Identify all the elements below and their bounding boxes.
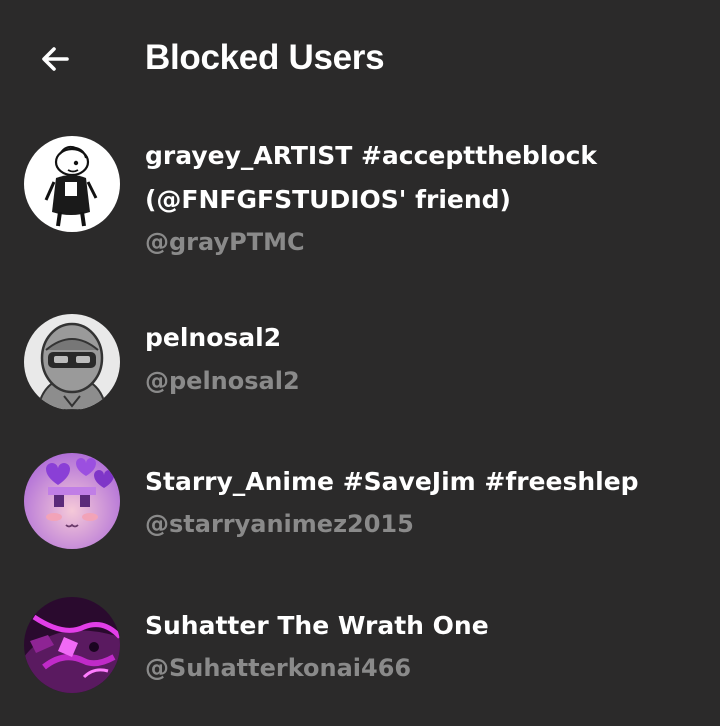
user-handle: @starryanimez2015: [145, 510, 414, 538]
blocked-user-row[interactable]: Suhatter The Wrath One @Suhatterkonai466: [0, 597, 720, 700]
back-button[interactable]: [26, 30, 84, 88]
user-display-name: pelnosal2: [145, 323, 282, 352]
user-display-name: grayey_ARTIST #accepttheblock: [145, 141, 598, 170]
user-handle: @pelnosal2: [145, 367, 300, 395]
user-avatar: [24, 136, 120, 232]
blocked-user-row[interactable]: Starry_Anime #SaveJim #freeshlep @starry…: [0, 453, 720, 556]
blocked-user-row[interactable]: grayey_ARTIST #accepttheblock (@FNFGFSTU…: [0, 130, 720, 270]
user-avatar: [24, 453, 120, 549]
user-display-name-continued: (@FNFGFSTUDIOS' friend): [145, 185, 511, 214]
user-handle: @Suhatterkonai466: [145, 654, 412, 682]
top-app-bar: Blocked Users: [0, 0, 720, 116]
user-avatar: [24, 597, 120, 693]
user-display-name: Starry_Anime #SaveJim #freeshlep: [145, 467, 639, 496]
user-handle: @grayPTMC: [145, 228, 305, 256]
blocked-user-row[interactable]: pelnosal2 @pelnosal2: [0, 312, 720, 412]
user-display-name: Suhatter The Wrath One: [145, 611, 489, 640]
user-avatar: [24, 314, 120, 410]
arrow-left-icon: [42, 47, 69, 71]
page-title: Blocked Users: [145, 38, 385, 77]
